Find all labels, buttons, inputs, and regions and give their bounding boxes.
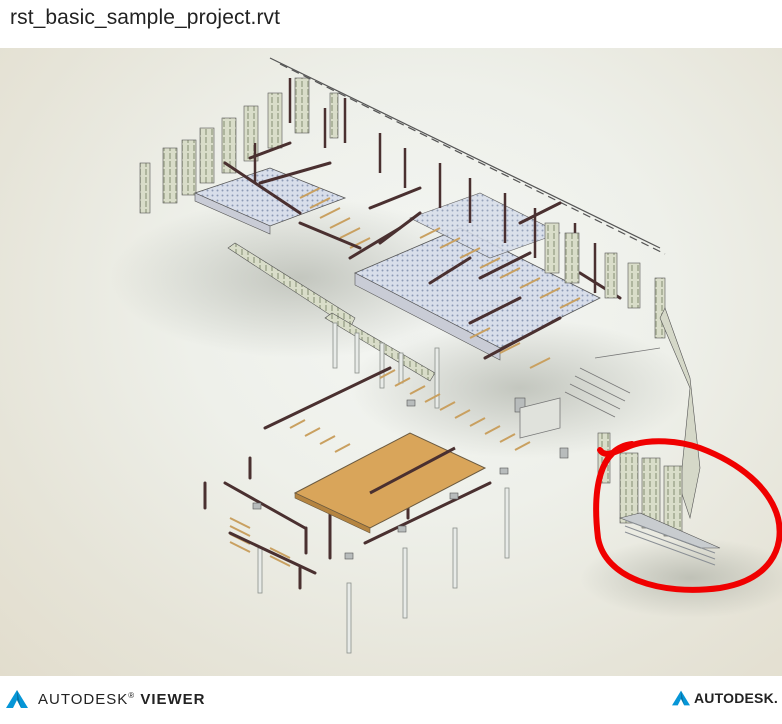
autodesk-brand[interactable]: AUTODESK.	[672, 690, 778, 706]
3d-viewport[interactable]	[0, 48, 782, 676]
autodesk-logo-icon	[672, 690, 690, 706]
document-title: rst_basic_sample_project.rvt	[10, 6, 281, 29]
footer: AUTODESK® VIEWER AUTODESK.	[0, 676, 782, 724]
autodesk-brand-text: AUTODESK.	[694, 690, 778, 706]
autodesk-logo-icon	[6, 690, 28, 708]
model-canvas[interactable]	[0, 48, 782, 676]
viewer-brand-text: AUTODESK® VIEWER	[38, 690, 206, 708]
autodesk-viewer-brand[interactable]: AUTODESK® VIEWER	[6, 690, 206, 708]
title-bar: rst_basic_sample_project.rvt	[0, 0, 782, 48]
